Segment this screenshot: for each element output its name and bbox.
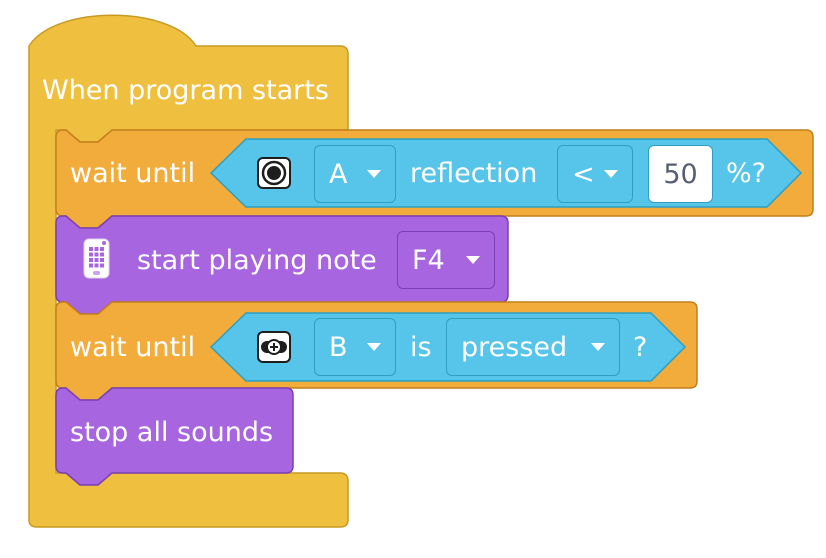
chevron-down-icon <box>604 170 618 178</box>
chevron-down-icon <box>591 343 605 351</box>
port-dropdown-b[interactable]: B <box>314 318 396 376</box>
wait-until-label-1: wait until <box>70 158 196 189</box>
sound-brick-icon <box>83 238 110 279</box>
stop-all-sounds-label: stop all sounds <box>70 417 274 448</box>
reflection-label: reflection <box>410 158 538 189</box>
note-dropdown[interactable]: F4 <box>397 231 495 289</box>
percent-label: %? <box>726 158 766 189</box>
hat-label: When program starts <box>42 75 329 106</box>
chevron-down-icon <box>367 343 381 351</box>
wait-until-label-2: wait until <box>70 332 196 363</box>
chevron-down-icon <box>367 170 381 178</box>
chevron-down-icon <box>466 256 480 264</box>
port-dropdown-a[interactable]: A <box>314 145 396 203</box>
start-playing-note-label: start playing note <box>137 245 377 276</box>
operator-dropdown[interactable]: < <box>557 145 633 203</box>
touch-sensor-icon <box>257 331 291 363</box>
question-label: ? <box>633 332 648 363</box>
state-dropdown[interactable]: pressed <box>446 318 620 376</box>
is-label: is <box>410 332 432 363</box>
color-sensor-icon <box>257 157 291 189</box>
reflection-value-input[interactable]: 50 <box>648 145 713 203</box>
